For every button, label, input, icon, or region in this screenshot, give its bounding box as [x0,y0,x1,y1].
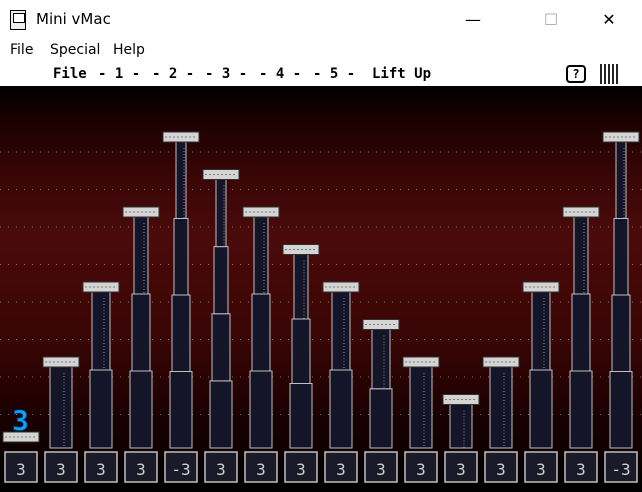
column-7-segment-2 [293,254,309,320]
column-4-segment-3 [175,141,187,219]
platform-label-5: 3 [216,460,226,479]
column-6-segment-0 [249,370,273,449]
mac-menu-file[interactable]: File [53,66,87,82]
column-15-segment-3 [615,141,627,219]
column-15-segment-1 [611,294,631,372]
platform-label-8: 3 [336,460,346,479]
window-menubar: File Special Help [0,40,642,62]
close-button[interactable]: ✕ [594,8,624,32]
column-13-segment-0 [529,369,553,449]
platform-label-10: 3 [416,460,426,479]
column-5-segment-2 [213,246,229,315]
platform-label-13: 3 [536,460,546,479]
column-8-segment-1 [331,291,351,371]
menu-special[interactable]: Special [50,42,100,58]
column-5-segment-0 [209,380,233,449]
column-12-segment-0 [489,366,513,449]
maximize-button[interactable]: ☐ [536,8,566,32]
menu-help[interactable]: Help [113,42,145,58]
window-titlebar: Mini vMac — ☐ ✕ [0,0,642,40]
minimize-button[interactable]: — [458,8,488,32]
platform-label-6: 3 [256,460,266,479]
platform-label-12: 3 [496,460,506,479]
column-4-segment-2 [173,218,189,296]
column-15-segment-0 [609,371,633,449]
column-8-segment-0 [329,369,353,449]
platform-label-1: 3 [56,460,66,479]
column-5-segment-1 [211,313,231,382]
application-menu-icon[interactable] [600,64,620,84]
platform-label-2: 3 [96,460,106,479]
platform-label-7: 3 [296,460,306,479]
platform-label-11: 3 [456,460,466,479]
column-13-segment-1 [531,291,551,371]
platform-label-15: -3 [611,460,630,479]
column-7-segment-0 [289,383,313,449]
column-3-segment-1 [131,293,151,372]
mini-vmac-app-icon [10,10,26,30]
mac-menu-level-2[interactable]: - 2 - [152,66,194,82]
window-title: Mini vMac [36,10,111,28]
column-9-segment-0 [369,388,393,449]
column-4-segment-0 [169,371,193,449]
menu-file[interactable]: File [10,42,33,58]
game-playfield: 3 3 3 3 -3 3 3 3 3 3 3 3 3 3 3 -3 3 [0,88,642,492]
column-9-segment-1 [371,329,391,390]
game-scene: 3 3 3 3 -3 3 3 3 3 3 3 3 3 3 3 -3 3 [0,131,642,483]
platform-label-0: 3 [16,460,26,479]
platform-label-4: -3 [171,460,190,479]
column-11-segment-0 [449,404,473,449]
mac-menu-level-5[interactable]: - 5 - [313,66,355,82]
platform-label-14: 3 [576,460,586,479]
column-14-segment-2 [573,216,589,295]
column-14-segment-0 [569,370,593,449]
column-10-segment-0 [409,366,433,449]
platform-label-3: 3 [136,460,146,479]
column-1-segment-0 [49,366,73,449]
platform-label-9: 3 [376,460,386,479]
column-3-segment-0 [129,370,153,449]
column-6-segment-1 [251,293,271,372]
column-3-segment-2 [133,216,149,295]
column-7-segment-1 [291,318,311,384]
column-14-segment-1 [571,293,591,372]
column-15-segment-2 [613,218,629,296]
mac-menu-level-4[interactable]: - 4 - [259,66,301,82]
help-icon[interactable]: ? [566,65,586,83]
mac-menu-lift-up[interactable]: Lift Up [372,66,431,82]
emulator-screen: File - 1 - - 2 - - 3 - - 4 - - 5 - Lift … [0,62,642,492]
column-6-segment-2 [253,216,269,295]
column-4-segment-1 [171,294,191,372]
mac-menu-level-1[interactable]: - 1 - [98,66,140,82]
mac-menubar: File - 1 - - 2 - - 3 - - 4 - - 5 - Lift … [0,62,642,88]
column-2-segment-1 [91,291,111,371]
column-2-segment-0 [89,369,113,449]
mac-menu-level-3[interactable]: - 3 - [205,66,247,82]
current-lifter-number: 3 [12,404,29,437]
